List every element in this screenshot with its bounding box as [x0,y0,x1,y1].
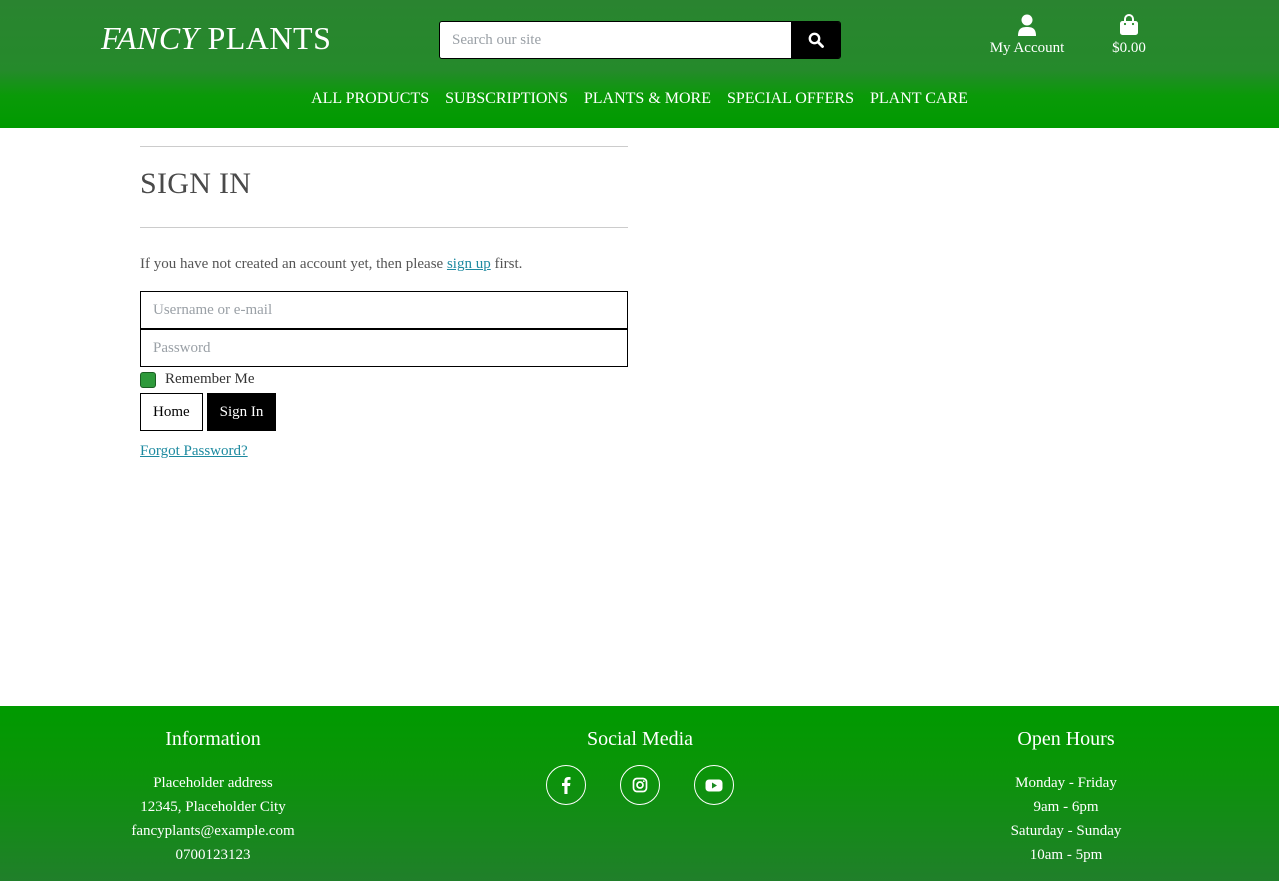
form-buttons: Home Sign In [140,393,628,431]
hours-weekday-label: Monday - Friday [1015,775,1117,791]
divider-bottom [140,227,628,228]
nav-item-special-offers[interactable]: SPECIAL OFFERS [719,90,862,108]
site-logo[interactable]: FANCY PLANTS [101,20,331,57]
search-icon [808,32,824,48]
instagram-link[interactable] [620,765,660,805]
hours-weekend-time: 10am - 5pm [1029,847,1103,863]
nav-item-plant-care[interactable]: PLANT CARE [862,90,976,108]
remember-me-checkbox[interactable] [140,371,156,388]
signup-note: If you have not created an account yet, … [140,256,628,273]
footer-email: fancyplants@example.com [131,823,295,839]
footer-hours: Open Hours Monday - Friday 9am - 6pm Sat… [916,728,1216,867]
instagram-icon [632,777,648,793]
note-prefix: If you have not created an account yet, … [140,256,447,272]
logo-plants: PLANTS [198,20,332,56]
footer-social-heading: Social Media [586,728,694,750]
note-suffix: first. [490,256,523,272]
page-title: SIGN IN [140,167,252,200]
footer-address: Placeholder address [153,775,273,791]
site-header: FANCY PLANTS My Account $0.00 ALL PRODUC… [0,0,1279,128]
logo-fancy: FANCY [101,20,199,56]
signup-link[interactable]: sign up [447,256,491,272]
youtube-link[interactable] [694,765,734,805]
youtube-icon [705,779,723,791]
password-field[interactable] [140,329,628,367]
footer-information: Information Placeholder address 12345, P… [63,728,363,867]
remember-me: Remember Me [140,371,628,388]
signin-form: Remember Me Home Sign In Forgot Password… [140,291,628,460]
divider-top [140,146,628,147]
footer-hours-heading: Open Hours [1017,728,1115,750]
site-footer: Information Placeholder address 12345, P… [0,706,1279,881]
main-nav: ALL PRODUCTS SUBSCRIPTIONS PLANTS & MORE… [0,90,1279,108]
nav-item-plants-more[interactable]: PLANTS & MORE [576,90,719,108]
signin-panel: SIGN IN If you have not created an accou… [140,146,628,460]
username-field[interactable] [140,291,628,329]
search-button[interactable] [791,22,840,58]
facebook-link[interactable] [546,765,586,805]
footer-phone: 0700123123 [175,847,251,863]
search-bar [439,21,841,59]
facebook-icon [562,777,571,794]
cart-total: $0.00 [1112,40,1146,56]
forgot-password-link[interactable]: Forgot Password? [140,443,248,460]
my-account-label: My Account [989,40,1065,56]
social-links [490,765,790,805]
nav-item-all-products[interactable]: ALL PRODUCTS [303,90,437,108]
cart-link[interactable]: $0.00 [1104,14,1154,57]
search-input[interactable] [440,22,791,58]
footer-social: Social Media [490,728,790,805]
home-button[interactable]: Home [140,393,203,431]
nav-item-subscriptions[interactable]: SUBSCRIPTIONS [437,90,576,108]
footer-information-heading: Information [165,728,261,750]
my-account-link[interactable]: My Account [982,14,1072,57]
hours-weekend-label: Saturday - Sunday [1010,823,1122,839]
hours-weekday-time: 9am - 6pm [1033,799,1099,815]
remember-me-label: Remember Me [165,371,255,387]
signin-button[interactable]: Sign In [206,393,277,431]
footer-city: 12345, Placeholder City [140,799,286,815]
user-icon [1018,14,1036,36]
shopping-bag-icon [1120,14,1138,35]
